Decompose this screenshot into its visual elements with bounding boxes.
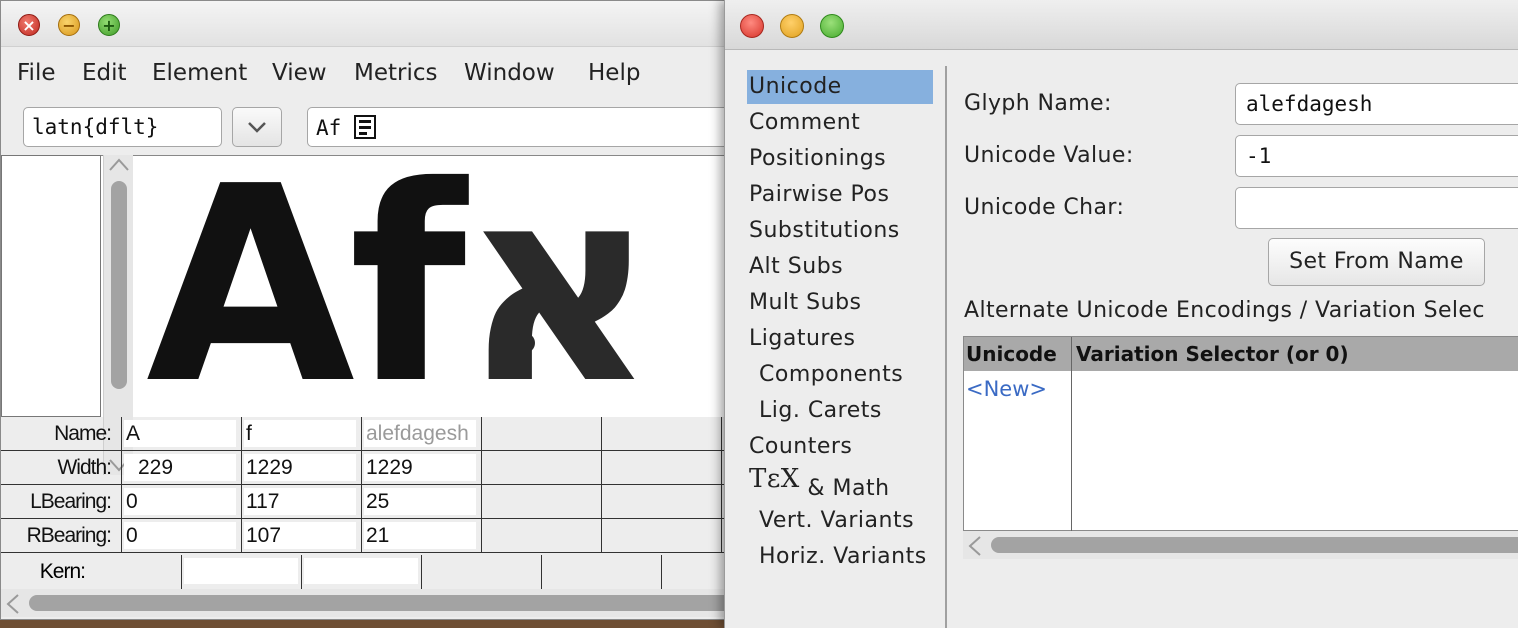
width-row-label: Width: [57,456,112,479]
nav-divider [945,66,947,628]
column-divider [1071,337,1072,532]
kern-row: Kern: [1,555,739,589]
menu-metrics[interactable]: Metrics [354,60,438,86]
close-icon[interactable] [740,14,764,38]
alt-encodings-table: Unicode Variation Selector (or 0) <New> [963,336,1518,532]
width-cell[interactable]: 229 [124,454,236,481]
nav-mult-subs[interactable]: Mult Subs [747,286,862,320]
name-cell[interactable]: f [244,420,356,447]
nav-horiz-variants[interactable]: Horiz. Variants [747,540,927,574]
glyph-name-input[interactable]: alefdagesh [1235,83,1518,125]
menu-window[interactable]: Window [464,60,555,86]
dagesh-dot [515,333,535,353]
rbearing-row: RBearing: 0 107 21 [1,519,739,553]
nav-alt-subs[interactable]: Alt Subs [747,250,843,284]
column-header-variation[interactable]: Variation Selector (or 0) [1076,342,1349,366]
width-row: Width: 229 1229 1229 [1,451,739,485]
menu-file[interactable]: File [17,60,56,86]
nav-tex-math-label: & Math [807,476,890,501]
lbearing-row: LBearing: 0 117 25 [1,485,739,519]
menu-view[interactable]: View [272,60,327,86]
menu-element[interactable]: Element [152,60,247,86]
menu-bar: File Edit Element View Metrics Window He… [1,56,739,92]
lbearing-cell[interactable]: 117 [244,488,356,515]
minimize-icon[interactable] [780,14,804,38]
width-cell[interactable]: 1229 [244,454,356,481]
kern-row-label: Kern: [39,560,86,583]
latin-glyphs: Af [146,128,466,443]
metrics-titlebar[interactable]: × − + [1,1,739,47]
vertical-scroll-thumb[interactable] [111,181,127,389]
alef-glyph: א [460,128,657,443]
nav-unicode[interactable]: Unicode [747,70,933,104]
menu-help[interactable]: Help [588,60,640,86]
scroll-up-icon[interactable] [108,157,130,173]
menu-edit[interactable]: Edit [82,60,127,86]
name-row: Name: A f alefdagesh [1,417,739,451]
horizontal-scroll-thumb[interactable] [29,595,739,611]
new-entry-link[interactable]: <New> [966,377,1047,401]
set-from-name-button[interactable]: Set From Name [1268,238,1485,286]
kern-cell[interactable] [184,558,298,584]
name-cell[interactable]: A [124,420,236,447]
rbearing-row-label: RBearing: [26,524,112,547]
nav-vert-variants[interactable]: Vert. Variants [747,504,914,538]
nav-lig-carets[interactable]: Lig. Carets [747,394,882,428]
tex-logo: TεX [749,464,800,494]
table-header: Unicode Variation Selector (or 0) [964,337,1518,371]
nav-substitutions[interactable]: Substitutions [747,214,900,248]
nav-positionings[interactable]: Positionings [747,142,886,176]
horizontal-scrollbar[interactable] [1,589,739,617]
lbearing-cell[interactable]: 0 [124,488,236,515]
name-cell[interactable]: alefdagesh [364,420,476,447]
nav-tex-math[interactable]: TεX & Math [747,464,890,504]
width-cell[interactable]: 1229 [364,454,476,481]
rbearing-cell[interactable]: 21 [364,522,476,549]
glyph-name-label: Glyph Name: [964,91,1112,116]
rbearing-cell[interactable]: 107 [244,522,356,549]
nav-comment[interactable]: Comment [747,106,860,140]
glyph-info-titlebar[interactable] [725,0,1518,50]
metrics-window: × − + File Edit Element View Metrics Win… [0,0,740,620]
preview-side-panel [1,155,101,417]
scroll-left-icon[interactable] [5,593,21,615]
lbearing-row-label: LBearing: [30,490,112,513]
unicode-value-input[interactable]: -1 [1235,135,1518,177]
alt-encodings-title: Alternate Unicode Encodings / Variation … [964,298,1485,323]
rbearing-cell[interactable]: 0 [124,522,236,549]
lbearing-cell[interactable]: 25 [364,488,476,515]
unicode-char-input[interactable] [1235,187,1518,229]
name-row-label: Name: [54,422,112,445]
maximize-icon[interactable] [820,14,844,38]
nav-counters[interactable]: Counters [747,430,852,464]
table-horizontal-scrollbar[interactable] [963,531,1518,559]
minimize-icon[interactable]: − [58,14,80,36]
nav-ligatures[interactable]: Ligatures [747,322,855,356]
nav-components[interactable]: Components [747,358,903,392]
glyph-preview-text: Afא [146,151,657,421]
close-icon[interactable]: × [18,14,40,36]
unicode-char-label: Unicode Char: [964,195,1125,220]
kern-cell[interactable] [304,558,418,584]
column-header-unicode[interactable]: Unicode [966,342,1057,366]
glyph-info-window: Unicode Comment Positionings Pairwise Po… [724,0,1518,628]
metrics-table: Name: A f alefdagesh Width: 229 1229 122… [1,417,739,555]
nav-pairwise-pos[interactable]: Pairwise Pos [747,178,889,212]
scroll-left-icon[interactable] [967,535,983,557]
unicode-value-label: Unicode Value: [964,143,1134,168]
maximize-icon[interactable]: + [98,14,120,36]
table-horizontal-scroll-thumb[interactable] [991,537,1518,553]
